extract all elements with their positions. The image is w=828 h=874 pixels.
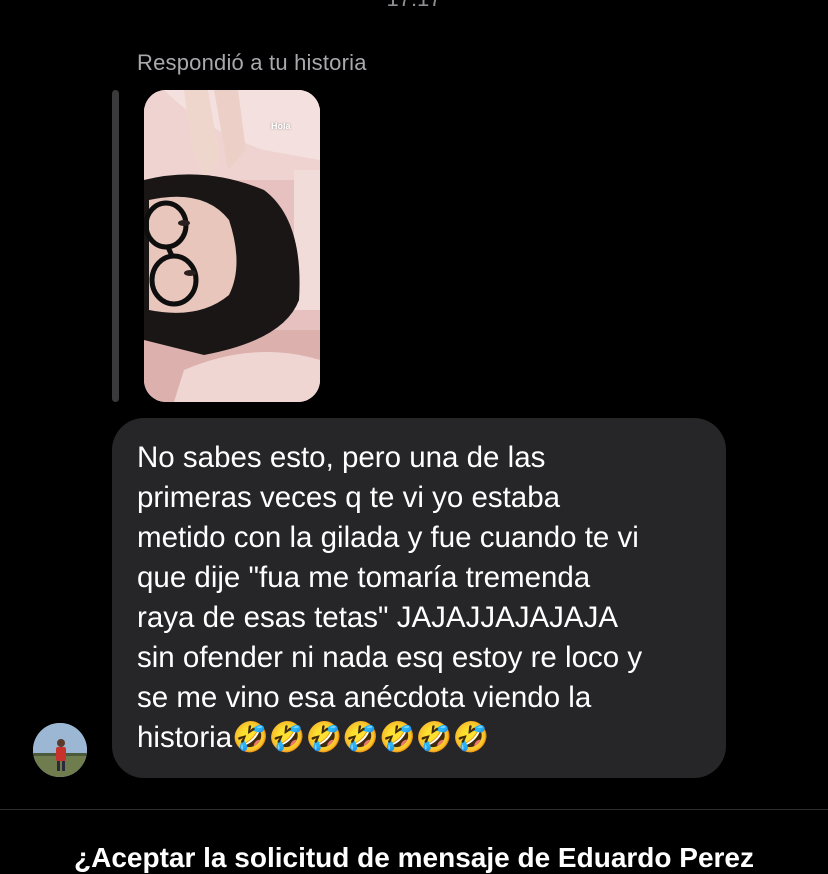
story-photo: [144, 90, 320, 402]
message-bubble[interactable]: No sabes esto, pero una de las primeras …: [112, 418, 726, 778]
reply-indicator-bar: [112, 90, 119, 402]
message-request-prompt: ¿Aceptar la solicitud de mensaje de Edua…: [74, 842, 754, 873]
story-caption: Hola: [271, 121, 291, 131]
sender-avatar[interactable]: [33, 723, 87, 777]
story-reply-label: Respondió a tu historia: [137, 50, 367, 75]
composer-divider: [0, 809, 828, 810]
story-thumbnail[interactable]: Hola: [144, 90, 320, 402]
message-text: No sabes esto, pero una de las primeras …: [137, 441, 643, 754]
message-timestamp: 17:17: [0, 0, 828, 12]
avatar-photo: [33, 723, 87, 777]
